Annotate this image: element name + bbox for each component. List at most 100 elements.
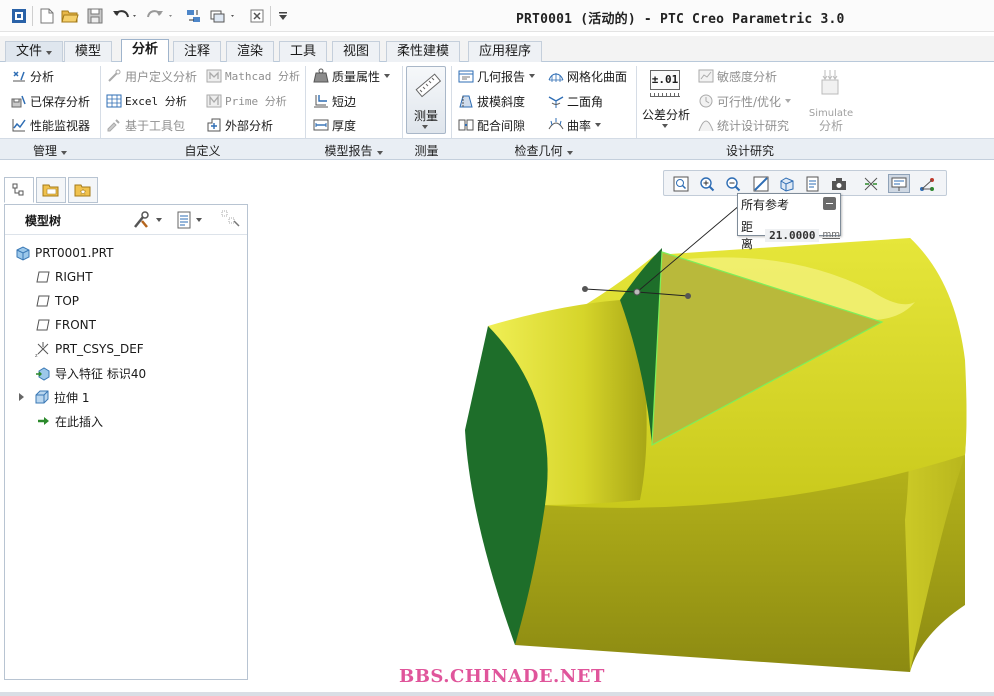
sensitivity-analysis-button[interactable]: 敏感度分析	[698, 66, 777, 86]
tab-applications[interactable]: 应用程序	[468, 41, 543, 62]
save-icon[interactable]	[86, 7, 104, 25]
measure-result-callout[interactable]: 所有参考 距离 21.0000 mm	[737, 193, 841, 251]
chevron-down-icon	[376, 151, 383, 155]
tab-tools[interactable]: 工具	[279, 41, 328, 62]
zoom-in-icon	[700, 176, 715, 191]
saved-analysis-button[interactable]: 已保存分析	[11, 91, 90, 111]
annotation-display-button[interactable]	[888, 174, 910, 193]
redo-icon[interactable]	[146, 7, 176, 25]
short-edge-icon	[314, 95, 328, 108]
short-edge-button[interactable]: 短边	[313, 91, 356, 111]
thickness-button[interactable]: 厚度	[313, 115, 356, 135]
datum-display-button[interactable]	[860, 174, 882, 193]
group-inspect-geometry[interactable]: 检查几何	[451, 142, 636, 159]
excel-analysis-label: Excel 分析	[125, 95, 187, 108]
new-icon[interactable]	[38, 7, 56, 25]
chevron-down-icon	[196, 218, 202, 222]
user-defined-analysis-button[interactable]: 用户定义分析	[106, 66, 197, 86]
tree-show-button[interactable]	[176, 210, 212, 230]
external-analysis-button[interactable]: 外部分析	[206, 115, 273, 135]
tree-item-import-feature[interactable]: 导入特征 标识40	[35, 363, 146, 383]
tree-settings-button[interactable]	[132, 210, 168, 230]
open-icon[interactable]	[60, 7, 80, 25]
regenerate-icon[interactable]	[184, 7, 204, 25]
app-icon[interactable]	[10, 7, 28, 25]
performance-monitor-button[interactable]: 性能监视器	[11, 115, 90, 135]
expand-icon[interactable]	[19, 393, 24, 401]
model-tree-tab[interactable]	[4, 177, 34, 203]
tree-item-part[interactable]: PRT0001.PRT	[15, 243, 113, 263]
group-custom-label: 自定义	[184, 144, 221, 158]
prime-icon	[206, 94, 222, 108]
tab-render[interactable]: 渲染	[226, 41, 275, 62]
folder-browser-tab[interactable]	[36, 177, 66, 203]
toolkit-button[interactable]: 基于工具包	[106, 115, 185, 135]
tree-item-label: PRT_CSYS_DEF	[55, 342, 144, 356]
tab-analysis[interactable]: 分析	[121, 39, 170, 63]
graphics-window[interactable]	[250, 164, 994, 694]
close-window-icon[interactable]	[248, 7, 266, 25]
tab-view[interactable]: 视图	[332, 41, 381, 62]
tree-item-label: FRONT	[55, 318, 96, 332]
display-style-button[interactable]	[776, 174, 798, 193]
prime-analysis-button[interactable]: Prime 分析	[206, 91, 287, 111]
analysis-label: 分析	[30, 69, 55, 84]
group-manage[interactable]: 管理	[0, 142, 100, 159]
clearance-button[interactable]: 配合间隙	[458, 115, 525, 135]
saved-orientations-button[interactable]	[802, 174, 824, 193]
tree-item-right[interactable]: RIGHT	[35, 267, 93, 287]
feasibility-button[interactable]: 可行性/优化	[698, 91, 792, 111]
analysis-button[interactable]: 分析	[11, 66, 54, 86]
favorites-tab[interactable]	[68, 177, 98, 203]
tab-file[interactable]: 文件	[5, 41, 64, 62]
undo-icon[interactable]	[110, 7, 140, 25]
group-manage-label: 管理	[32, 144, 57, 158]
tree-item-label: RIGHT	[55, 270, 93, 284]
tolerance-analysis-button[interactable]: ±.01 公差分析	[641, 66, 691, 134]
tab-file-label: 文件	[16, 44, 43, 59]
distance-unit[interactable]: mm	[822, 230, 840, 240]
tab-model[interactable]: 模型	[64, 41, 113, 62]
refit-button[interactable]	[670, 174, 692, 193]
geometry-report-button[interactable]: 几何报告	[458, 66, 536, 86]
simulate-analysis-button[interactable]: Simulate 分析	[806, 66, 856, 134]
datum-plane-icon	[36, 295, 50, 307]
chevron-down-icon	[61, 151, 67, 155]
excel-analysis-button[interactable]: Excel 分析	[106, 91, 187, 111]
model-tree-header: 模型树	[5, 205, 247, 235]
tree-item-label: 拉伸 1	[54, 390, 90, 405]
spin-center-button[interactable]	[916, 174, 938, 193]
tab-annotate[interactable]: 注释	[173, 41, 222, 62]
statistical-study-button[interactable]: 统计设计研究	[698, 115, 789, 135]
short-edge-label: 短边	[332, 94, 357, 109]
mesh-surface-button[interactable]: 网格化曲面	[548, 66, 627, 86]
toolkit-icon	[107, 119, 120, 132]
zoom-in-button[interactable]	[696, 174, 718, 193]
tree-item-insert-here[interactable]: 在此插入	[35, 411, 103, 431]
tree-filter-button[interactable]	[221, 210, 243, 230]
group-model-report[interactable]: 模型报告	[305, 142, 402, 159]
mass-properties-button[interactable]: 质量属性	[313, 66, 391, 86]
filter-icon	[221, 210, 240, 227]
tree-item-csys[interactable]: z PRT_CSYS_DEF	[35, 339, 144, 359]
repaint-button[interactable]	[750, 174, 772, 193]
model-3d-view[interactable]	[250, 164, 994, 694]
view-manager-button[interactable]	[828, 174, 850, 193]
measure-button[interactable]: 测量	[406, 66, 446, 134]
zoom-out-button[interactable]	[722, 174, 744, 193]
dihedral-angle-button[interactable]: 二面角	[548, 91, 603, 111]
windows-icon[interactable]	[208, 7, 238, 25]
csys-icon: z	[35, 342, 49, 357]
tree-item-top[interactable]: TOP	[35, 291, 79, 311]
measure-point[interactable]	[633, 288, 641, 296]
tree-item-extrude[interactable]: 拉伸 1	[19, 387, 89, 407]
collapse-icon[interactable]	[823, 197, 836, 210]
tree-item-front[interactable]: FRONT	[35, 315, 96, 335]
customize-icon[interactable]	[276, 7, 290, 25]
tab-flexible-modeling[interactable]: 柔性建模	[386, 41, 461, 62]
draft-button[interactable]: 拔模斜度	[458, 91, 525, 111]
measure-point[interactable]	[582, 286, 588, 292]
mathcad-analysis-button[interactable]: Mathcad 分析	[206, 66, 300, 86]
measure-point[interactable]	[685, 293, 691, 299]
curvature-button[interactable]: 曲率	[548, 115, 602, 135]
